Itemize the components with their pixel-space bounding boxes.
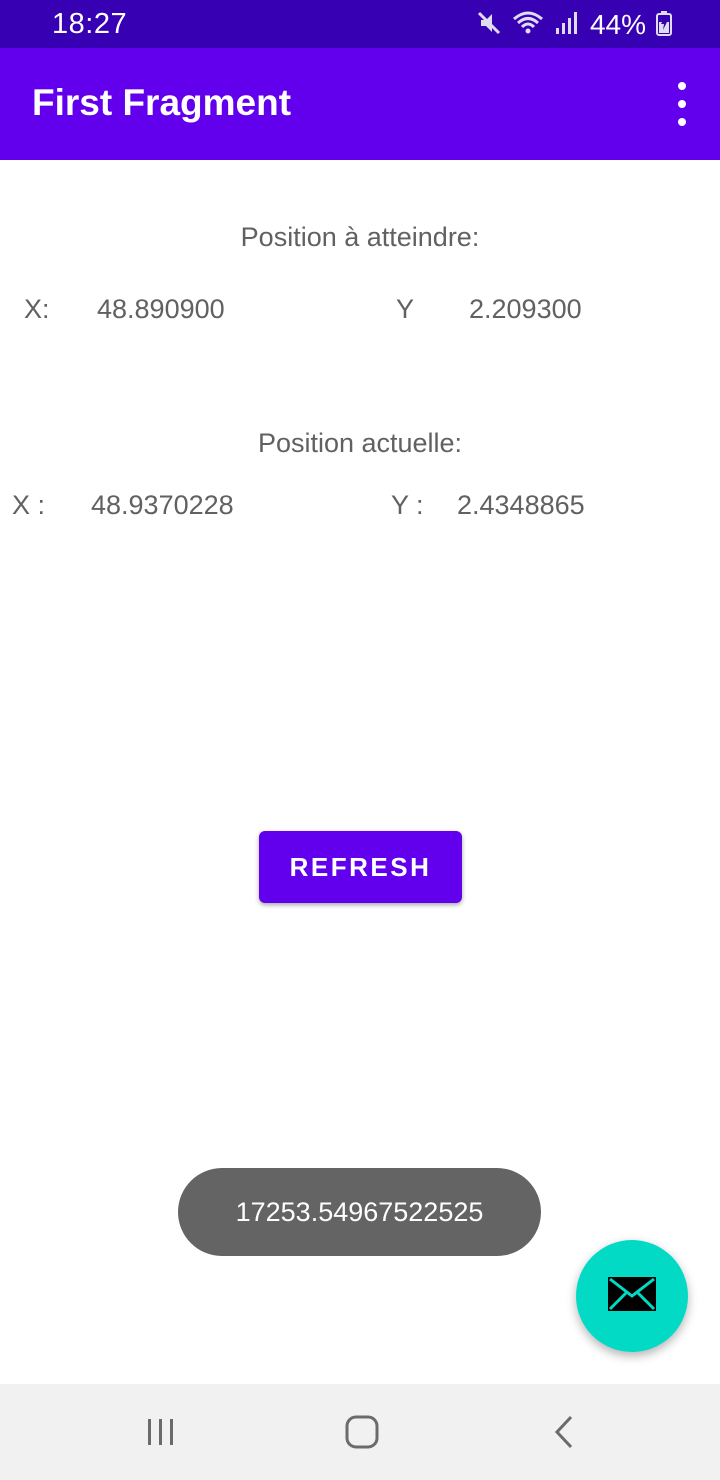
battery-percent: 44% bbox=[589, 9, 646, 40]
mute-icon bbox=[476, 10, 502, 41]
status-icons: 44% bbox=[476, 8, 672, 42]
more-vert-icon[interactable] bbox=[670, 82, 694, 126]
target-y-label: Y bbox=[396, 294, 415, 324]
current-y-value: 2.4348865 bbox=[457, 490, 585, 520]
navigation-bar bbox=[0, 1384, 720, 1480]
current-x-label: X : bbox=[12, 490, 46, 520]
menu-dot bbox=[678, 82, 686, 90]
app-title: First Fragment bbox=[32, 82, 292, 123]
battery-charging-icon bbox=[656, 10, 672, 41]
back-icon[interactable] bbox=[534, 1402, 594, 1462]
target-y-value: 2.209300 bbox=[469, 294, 582, 324]
home-icon[interactable] bbox=[332, 1402, 392, 1462]
current-position-title: Position actuelle: bbox=[0, 428, 720, 459]
current-x-value: 48.9370228 bbox=[91, 490, 234, 520]
target-position-title: Position à atteindre: bbox=[240, 222, 480, 252]
status-bar: 18:27 44% bbox=[0, 0, 720, 48]
target-x-label: X: bbox=[24, 294, 50, 324]
menu-dot bbox=[678, 118, 686, 126]
signal-icon bbox=[554, 10, 580, 41]
email-icon bbox=[607, 1276, 657, 1317]
status-time: 18:27 bbox=[52, 8, 128, 40]
refresh-button[interactable]: REFRESH bbox=[259, 831, 462, 903]
wifi-icon bbox=[512, 10, 544, 41]
current-position-title-text: Position actuelle: bbox=[257, 428, 463, 458]
target-x-value: 48.890900 bbox=[97, 294, 225, 324]
email-fab-button[interactable] bbox=[576, 1240, 688, 1352]
recent-apps-icon[interactable] bbox=[131, 1402, 191, 1462]
menu-dot bbox=[678, 100, 686, 108]
toast-message: 17253.54967522525 bbox=[178, 1168, 541, 1256]
app-bar: First Fragment bbox=[0, 48, 720, 160]
current-y-label: Y : bbox=[391, 490, 424, 520]
